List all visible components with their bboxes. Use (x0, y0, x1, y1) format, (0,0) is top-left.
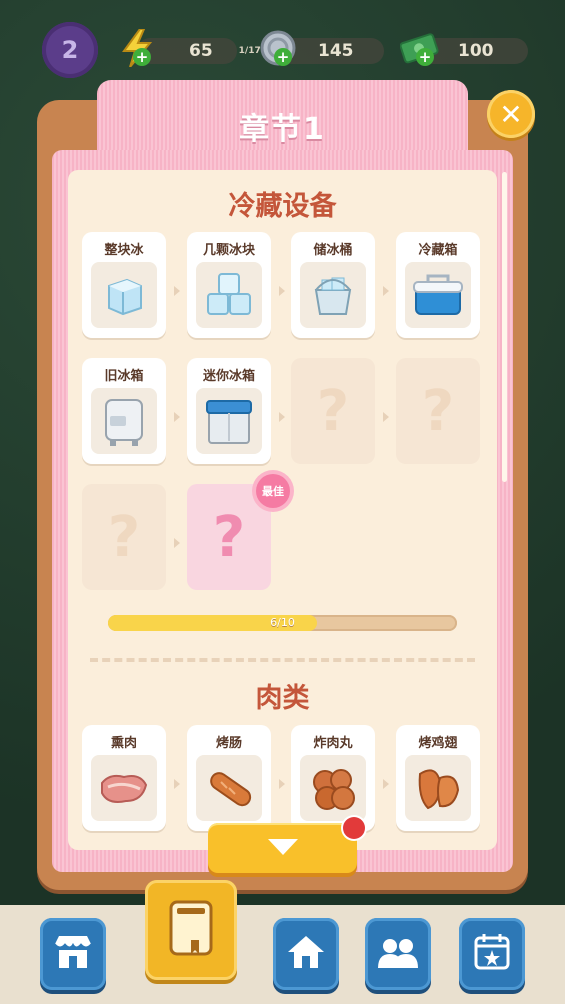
item-label: 几颗冰块 (202, 243, 255, 258)
home-icon (284, 932, 328, 976)
shop-button[interactable] (40, 918, 106, 990)
ice-cubes-icon (196, 262, 262, 328)
collection-book-button[interactable] (145, 880, 237, 980)
meatball-icon (300, 755, 366, 821)
section-progress-bar: 6/10 (108, 615, 457, 631)
item-card[interactable]: 几颗冰块 (187, 232, 271, 338)
chicken-wing-icon (405, 755, 471, 821)
calendar-icon (470, 930, 514, 978)
item-card[interactable]: 炸肉丸 (291, 725, 375, 831)
section-divider (90, 658, 475, 662)
coin-value: 145 (318, 41, 354, 61)
ice-bucket-icon (300, 262, 366, 328)
item-label: 熏肉 (110, 736, 137, 751)
item-card[interactable]: 迷你冰箱 (187, 358, 271, 464)
sausage-icon (196, 755, 262, 821)
locked-item-card[interactable]: ? (82, 484, 166, 590)
item-card[interactable]: 储冰桶 (291, 232, 375, 338)
item-label: 整块冰 (104, 243, 144, 258)
chevron-right-icon (279, 286, 285, 296)
chevron-right-icon (279, 779, 285, 789)
chevron-right-icon (174, 538, 180, 548)
mini-fridge-icon (196, 388, 262, 454)
notification-dot (343, 817, 365, 839)
section-title-refrigeration: 冷藏设备 (228, 191, 337, 222)
chevron-right-icon (279, 412, 285, 422)
section-title-meat: 肉类 (255, 683, 310, 714)
collection-page[interactable]: 冷藏设备 整块冰 几颗冰块 储冰桶 冷藏箱 旧冰箱 迷你冰箱 ? ? ? ? 最… (68, 170, 497, 850)
page-scrollbar[interactable] (502, 172, 507, 482)
item-card[interactable]: 熏肉 (82, 725, 166, 831)
item-card[interactable]: 整块冰 (82, 232, 166, 338)
bacon-icon (91, 755, 157, 821)
chevron-right-icon (174, 779, 180, 789)
chevron-right-icon (383, 286, 389, 296)
item-card[interactable]: 烤鸡翅 (396, 725, 480, 831)
cooler-box-icon (405, 262, 471, 328)
locked-item-card[interactable]: ? (396, 358, 480, 464)
expand-button[interactable] (208, 823, 357, 873)
old-fridge-icon (91, 388, 157, 454)
ice-block-icon (91, 262, 157, 328)
friends-icon (375, 932, 421, 976)
unknown-item-mark: ? (107, 504, 141, 570)
unknown-item-mark: ? (421, 378, 455, 444)
chevron-down-icon (268, 839, 298, 855)
energy-value: 65 (189, 41, 213, 61)
close-button[interactable]: ✕ (487, 90, 535, 138)
best-badge: 最佳 (256, 474, 290, 508)
calendar-button[interactable] (459, 918, 525, 990)
item-card[interactable]: 冷藏箱 (396, 232, 480, 338)
home-button[interactable] (273, 918, 339, 990)
chevron-right-icon (383, 412, 389, 422)
item-label: 迷你冰箱 (202, 369, 255, 384)
item-label: 冷藏箱 (418, 243, 458, 258)
locked-item-card[interactable]: ? (291, 358, 375, 464)
friends-button[interactable] (365, 918, 431, 990)
chapter-title: 章节1 (239, 112, 326, 147)
energy-counter[interactable]: + 65 1/17 (122, 29, 261, 67)
player-level-badge[interactable]: 2 (42, 22, 98, 78)
player-level: 2 (61, 36, 79, 64)
item-label: 炸肉丸 (313, 736, 353, 751)
cash-counter[interactable]: + 100 (400, 33, 528, 66)
cash-value: 100 (458, 41, 494, 61)
item-label: 旧冰箱 (104, 369, 144, 384)
progress-text: 6/10 (270, 616, 295, 629)
item-card[interactable]: 旧冰箱 (82, 358, 166, 464)
unknown-item-mark: ? (316, 378, 350, 444)
item-card[interactable]: 烤肠 (187, 725, 271, 831)
add-coin-button[interactable]: + (274, 48, 292, 66)
add-cash-button[interactable]: + (416, 48, 434, 66)
add-energy-button[interactable]: + (133, 48, 151, 66)
item-label: 烤肠 (215, 736, 242, 751)
item-label: 储冰桶 (313, 243, 353, 258)
chevron-right-icon (174, 286, 180, 296)
shop-icon (51, 932, 95, 976)
coin-counter[interactable]: + 145 (260, 30, 384, 66)
chevron-right-icon (174, 412, 180, 422)
close-icon: ✕ (499, 97, 523, 131)
book-icon (163, 896, 219, 964)
chevron-right-icon (383, 779, 389, 789)
item-label: 烤鸡翅 (418, 736, 458, 751)
